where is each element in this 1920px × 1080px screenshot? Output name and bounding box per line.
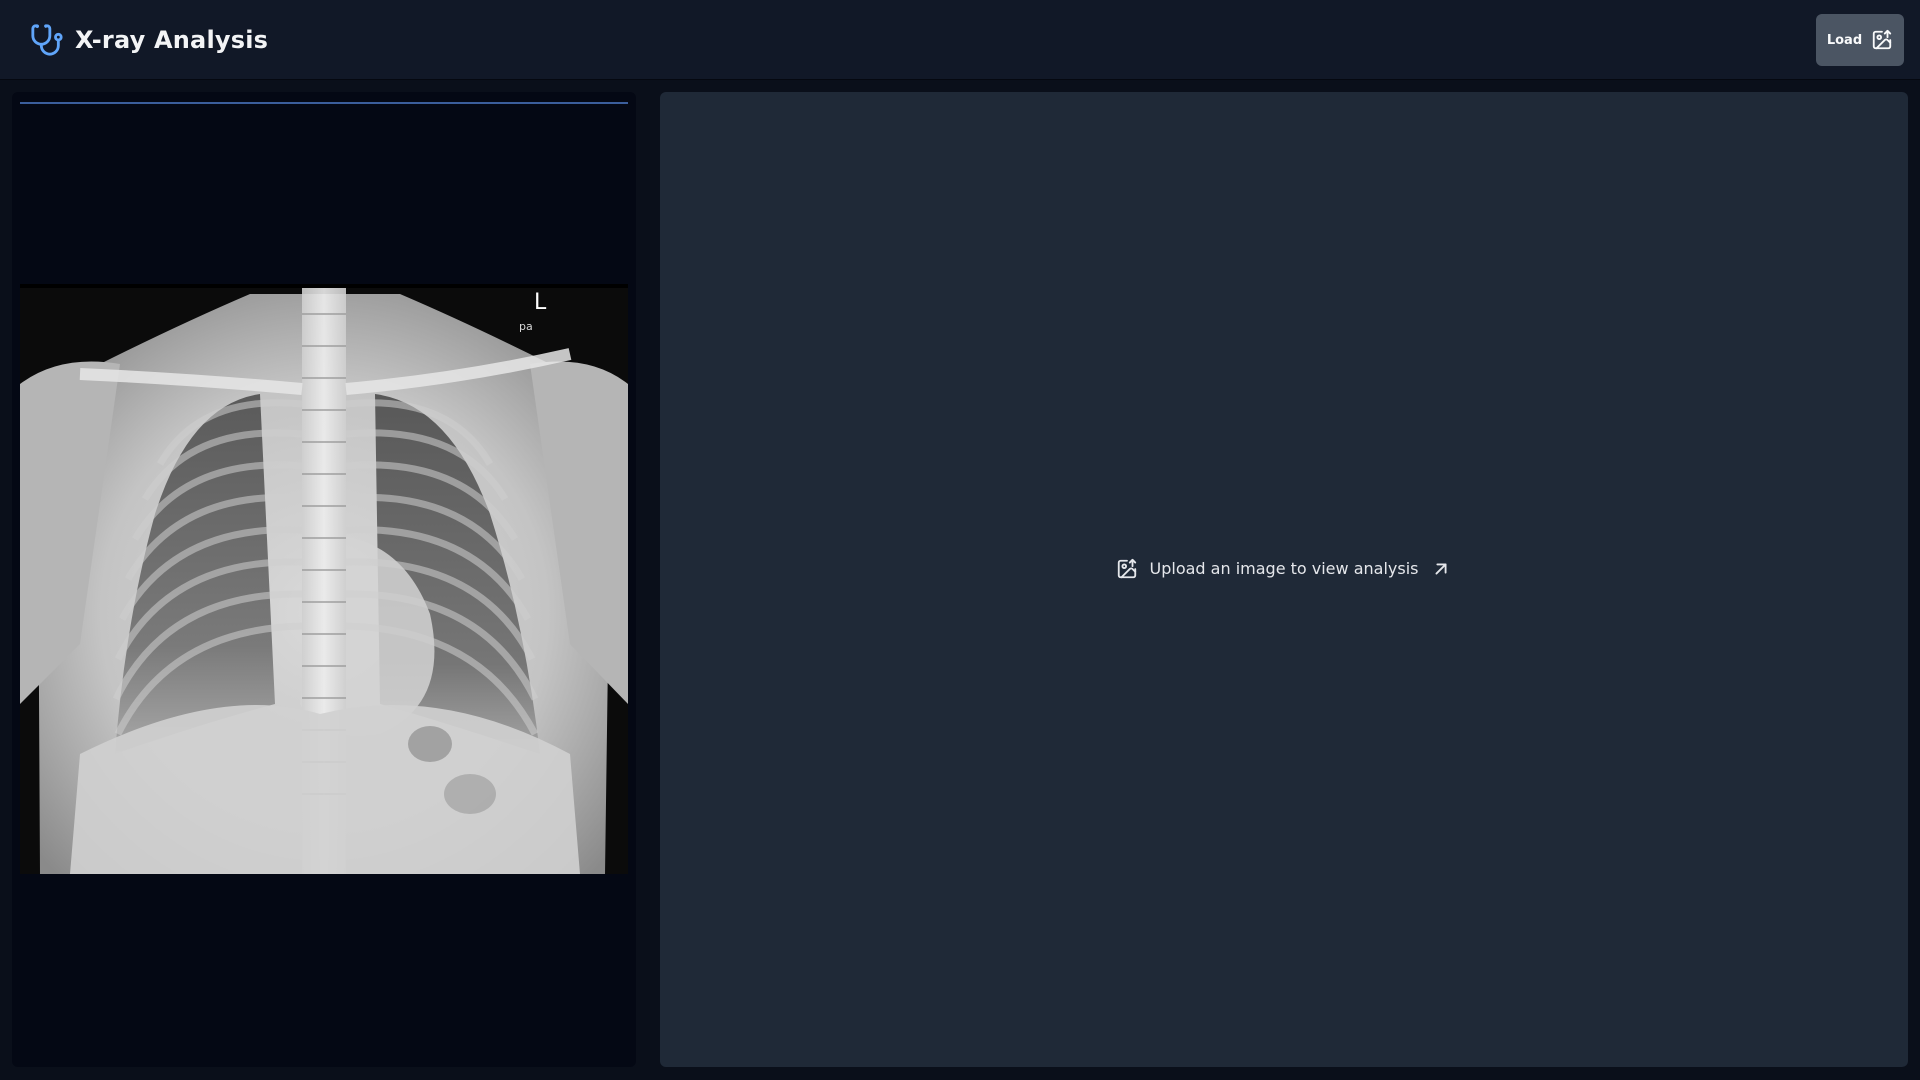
empty-state: Upload an image to view analysis bbox=[1116, 558, 1453, 580]
empty-state-message: Upload an image to view analysis bbox=[1149, 559, 1419, 578]
image-upload-icon bbox=[1116, 558, 1138, 580]
progress-bar bbox=[20, 102, 628, 104]
stethoscope-icon bbox=[30, 23, 64, 57]
brand: X-ray Analysis bbox=[30, 23, 268, 57]
xray-side-marker: L bbox=[534, 290, 547, 315]
load-button[interactable]: Load bbox=[1816, 14, 1904, 66]
arrow-up-right-icon bbox=[1430, 558, 1452, 580]
xray-image[interactable]: L pa bbox=[20, 284, 628, 874]
image-upload-icon bbox=[1871, 29, 1893, 51]
xray-view-marker: pa bbox=[519, 320, 533, 333]
app-header: X-ray Analysis Load bbox=[0, 0, 1920, 80]
image-viewer-panel: L pa bbox=[12, 92, 636, 1067]
load-button-label: Load bbox=[1826, 32, 1863, 48]
app-title: X-ray Analysis bbox=[75, 25, 269, 54]
analysis-panel: Upload an image to view analysis bbox=[660, 92, 1908, 1067]
